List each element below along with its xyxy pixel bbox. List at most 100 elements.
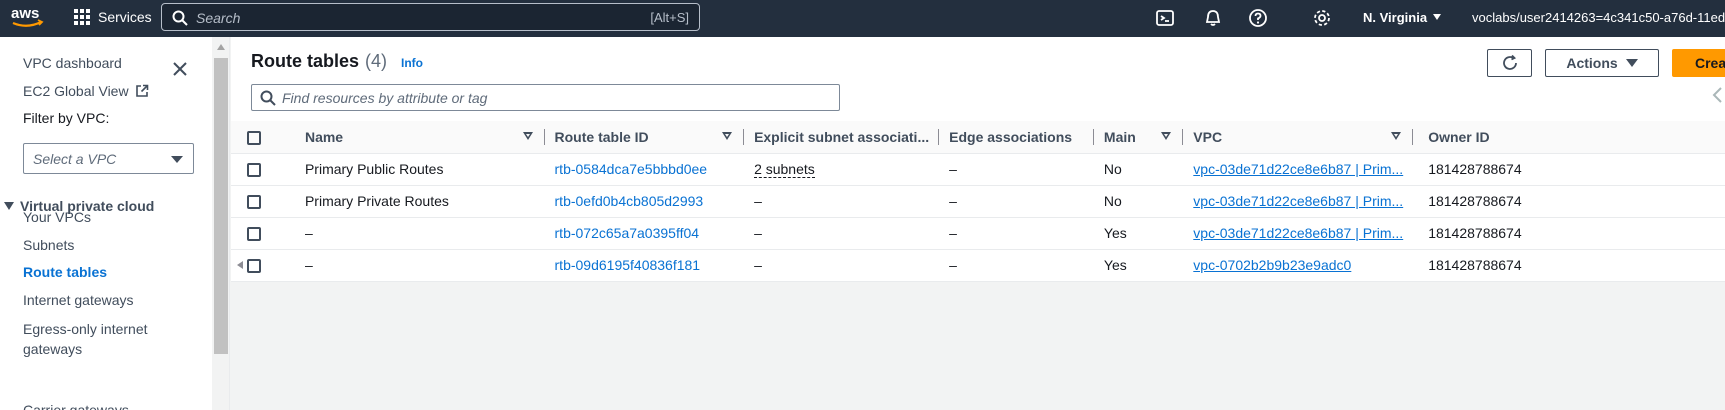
refresh-icon [1502, 54, 1517, 70]
page-title: Route tables (4) [251, 51, 387, 72]
table-header-row: Name Route table ID Explicit subnet asso… [231, 121, 1725, 154]
resource-filter-input[interactable]: Find resources by attribute or tag [251, 84, 840, 111]
route-table-id-link[interactable]: rtb-072c65a7a0395ff04 [555, 225, 700, 241]
select-all-header [231, 121, 273, 154]
vpc-link[interactable]: vpc-0702b2b9b23e9adc0 [1193, 257, 1351, 273]
caret-down-icon [1625, 59, 1638, 67]
vpc-link[interactable]: vpc-03de71d22ce8e6b87 | Prim... [1193, 161, 1403, 177]
cell-owner-id: 181428788674 [1413, 249, 1725, 282]
create-label: Create [1695, 55, 1725, 71]
cell-name: Primary Private Routes [272, 185, 545, 218]
route-table-id-link[interactable]: rtb-09d6195f40836f181 [555, 257, 701, 273]
cell-explicit-associations: – [744, 217, 940, 250]
cell-name: – [272, 249, 545, 282]
table-row[interactable]: – rtb-072c65a7a0395ff04 – – Yes vpc-03de… [231, 217, 1725, 250]
search-icon [172, 10, 188, 26]
cell-owner-id: 181428788674 [1413, 153, 1725, 186]
scroll-left-arrow-icon[interactable] [237, 261, 243, 269]
sort-caret-icon[interactable] [1391, 132, 1402, 140]
external-link-icon [135, 84, 148, 97]
close-icon[interactable] [172, 61, 188, 77]
filter-placeholder: Find resources by attribute or tag [282, 90, 488, 106]
aws-logo[interactable]: aws [10, 4, 46, 30]
table-row[interactable]: Primary Public Routes rtb-0584dca7e5bbbd… [231, 153, 1725, 186]
top-navigation-bar: aws Services Search [Alt+S] N. Virginia … [0, 0, 1725, 37]
sidebar-item-route-tables[interactable]: Route tables [23, 264, 107, 280]
info-link[interactable]: Info [401, 56, 423, 70]
filter-by-vpc-label: Filter by VPC: [23, 110, 110, 126]
cell-main: Yes [1093, 249, 1184, 282]
row-checkbox[interactable] [247, 259, 261, 274]
settings-gear-icon[interactable] [1312, 8, 1332, 28]
cell-name: Primary Public Routes [272, 153, 545, 186]
sidebar-item-your-vpcs[interactable]: Your VPCs [23, 209, 91, 225]
cell-main: No [1093, 153, 1184, 186]
sidebar-item-label: EC2 Global View [23, 83, 129, 99]
route-tables-table: Name Route table ID Explicit subnet asso… [231, 121, 1725, 282]
sidebar-scrollbar-thumb[interactable] [214, 58, 228, 354]
sidebar-item-vpc-dashboard[interactable]: VPC dashboard [23, 55, 122, 71]
notifications-bell-icon[interactable] [1203, 8, 1223, 28]
help-icon[interactable] [1248, 8, 1268, 28]
select-all-checkbox[interactable] [247, 130, 261, 145]
page-title-text: Route tables [251, 51, 360, 71]
cell-main: No [1093, 185, 1184, 218]
column-header-vpc[interactable]: VPC [1183, 121, 1414, 154]
main-content: Route tables (4) Info Actions Create Fin… [231, 37, 1725, 410]
cell-owner-id: 181428788674 [1413, 217, 1725, 250]
actions-label: Actions [1566, 55, 1618, 71]
account-label: voclabs/user2414263=4c341c50-a76d-11ed-8 [1472, 9, 1725, 25]
column-header-name[interactable]: Name [272, 121, 545, 154]
sort-caret-icon[interactable] [522, 132, 533, 140]
cell-main: Yes [1093, 217, 1184, 250]
column-header-route-table-id[interactable]: Route table ID [544, 121, 745, 154]
search-shortcut-hint: [Alt+S] [650, 10, 689, 25]
services-menu-button[interactable]: Services [74, 0, 152, 34]
row-checkbox[interactable] [247, 195, 261, 210]
svg-text:aws: aws [11, 5, 39, 22]
vpc-link[interactable]: vpc-03de71d22ce8e6b87 | Prim... [1193, 193, 1403, 209]
sidebar-item-egress-only-internet-gateways[interactable]: Egress-only internet gateways [23, 319, 163, 359]
vpc-filter-placeholder: Select a VPC [33, 151, 117, 167]
column-header-explicit-subnet-associations[interactable]: Explicit subnet associati... [744, 121, 940, 154]
cell-name: – [272, 217, 545, 250]
cell-explicit-associations: – [744, 185, 940, 218]
column-header-owner-id[interactable]: Owner ID [1413, 121, 1725, 154]
route-table-id-link[interactable]: rtb-0584dca7e5bbbd0ee [555, 161, 708, 177]
sidebar: VPC dashboard EC2 Global View Filter by … [0, 37, 212, 410]
row-checkbox[interactable] [247, 227, 261, 242]
account-menu[interactable]: voclabs/user2414263=4c341c50-a76d-11ed-8 [1472, 0, 1725, 34]
explicit-associations-popover[interactable]: 2 subnets [754, 161, 815, 178]
vpc-link[interactable]: vpc-03de71d22ce8e6b87 | Prim... [1193, 225, 1403, 241]
table-row[interactable]: Primary Private Routes rtb-0efd0b4cb805d… [231, 185, 1725, 218]
sidebar-item-ec2-global-view[interactable]: EC2 Global View [23, 83, 149, 99]
actions-dropdown-button[interactable]: Actions [1545, 49, 1659, 77]
row-checkbox[interactable] [247, 163, 261, 178]
table-row[interactable]: – rtb-09d6195f40836f181 – – Yes vpc-0702… [231, 249, 1725, 282]
vpc-filter-select[interactable]: Select a VPC [23, 143, 194, 174]
chevron-down-icon [1433, 14, 1442, 20]
cell-edge-associations: – [939, 217, 1094, 250]
sidebar-item-subnets[interactable]: Subnets [23, 237, 74, 253]
sidebar-item-carrier-gateways[interactable]: Carrier gateways [23, 402, 129, 410]
chevron-left-icon[interactable] [1711, 87, 1723, 103]
services-label: Services [98, 9, 152, 25]
global-search-input[interactable]: Search [Alt+S] [161, 3, 700, 31]
cell-edge-associations: – [939, 185, 1094, 218]
column-header-main[interactable]: Main [1093, 121, 1184, 154]
grid-icon [74, 9, 90, 25]
refresh-button[interactable] [1487, 49, 1532, 77]
cloudshell-icon[interactable] [1155, 8, 1175, 28]
scroll-up-arrow-icon[interactable] [217, 44, 225, 50]
route-table-id-link[interactable]: rtb-0efd0b4cb805d2993 [555, 193, 704, 209]
cell-edge-associations: – [939, 153, 1094, 186]
column-header-edge-associations[interactable]: Edge associations [939, 121, 1094, 154]
search-icon [260, 90, 276, 106]
sort-caret-icon[interactable] [722, 132, 733, 140]
route-table-count: (4) [365, 51, 388, 71]
create-route-table-button[interactable]: Create [1672, 49, 1725, 77]
sidebar-item-internet-gateways[interactable]: Internet gateways [23, 292, 134, 308]
sort-caret-icon[interactable] [1161, 132, 1172, 140]
region-selector[interactable]: N. Virginia [1363, 0, 1442, 34]
caret-down-icon [171, 156, 183, 163]
